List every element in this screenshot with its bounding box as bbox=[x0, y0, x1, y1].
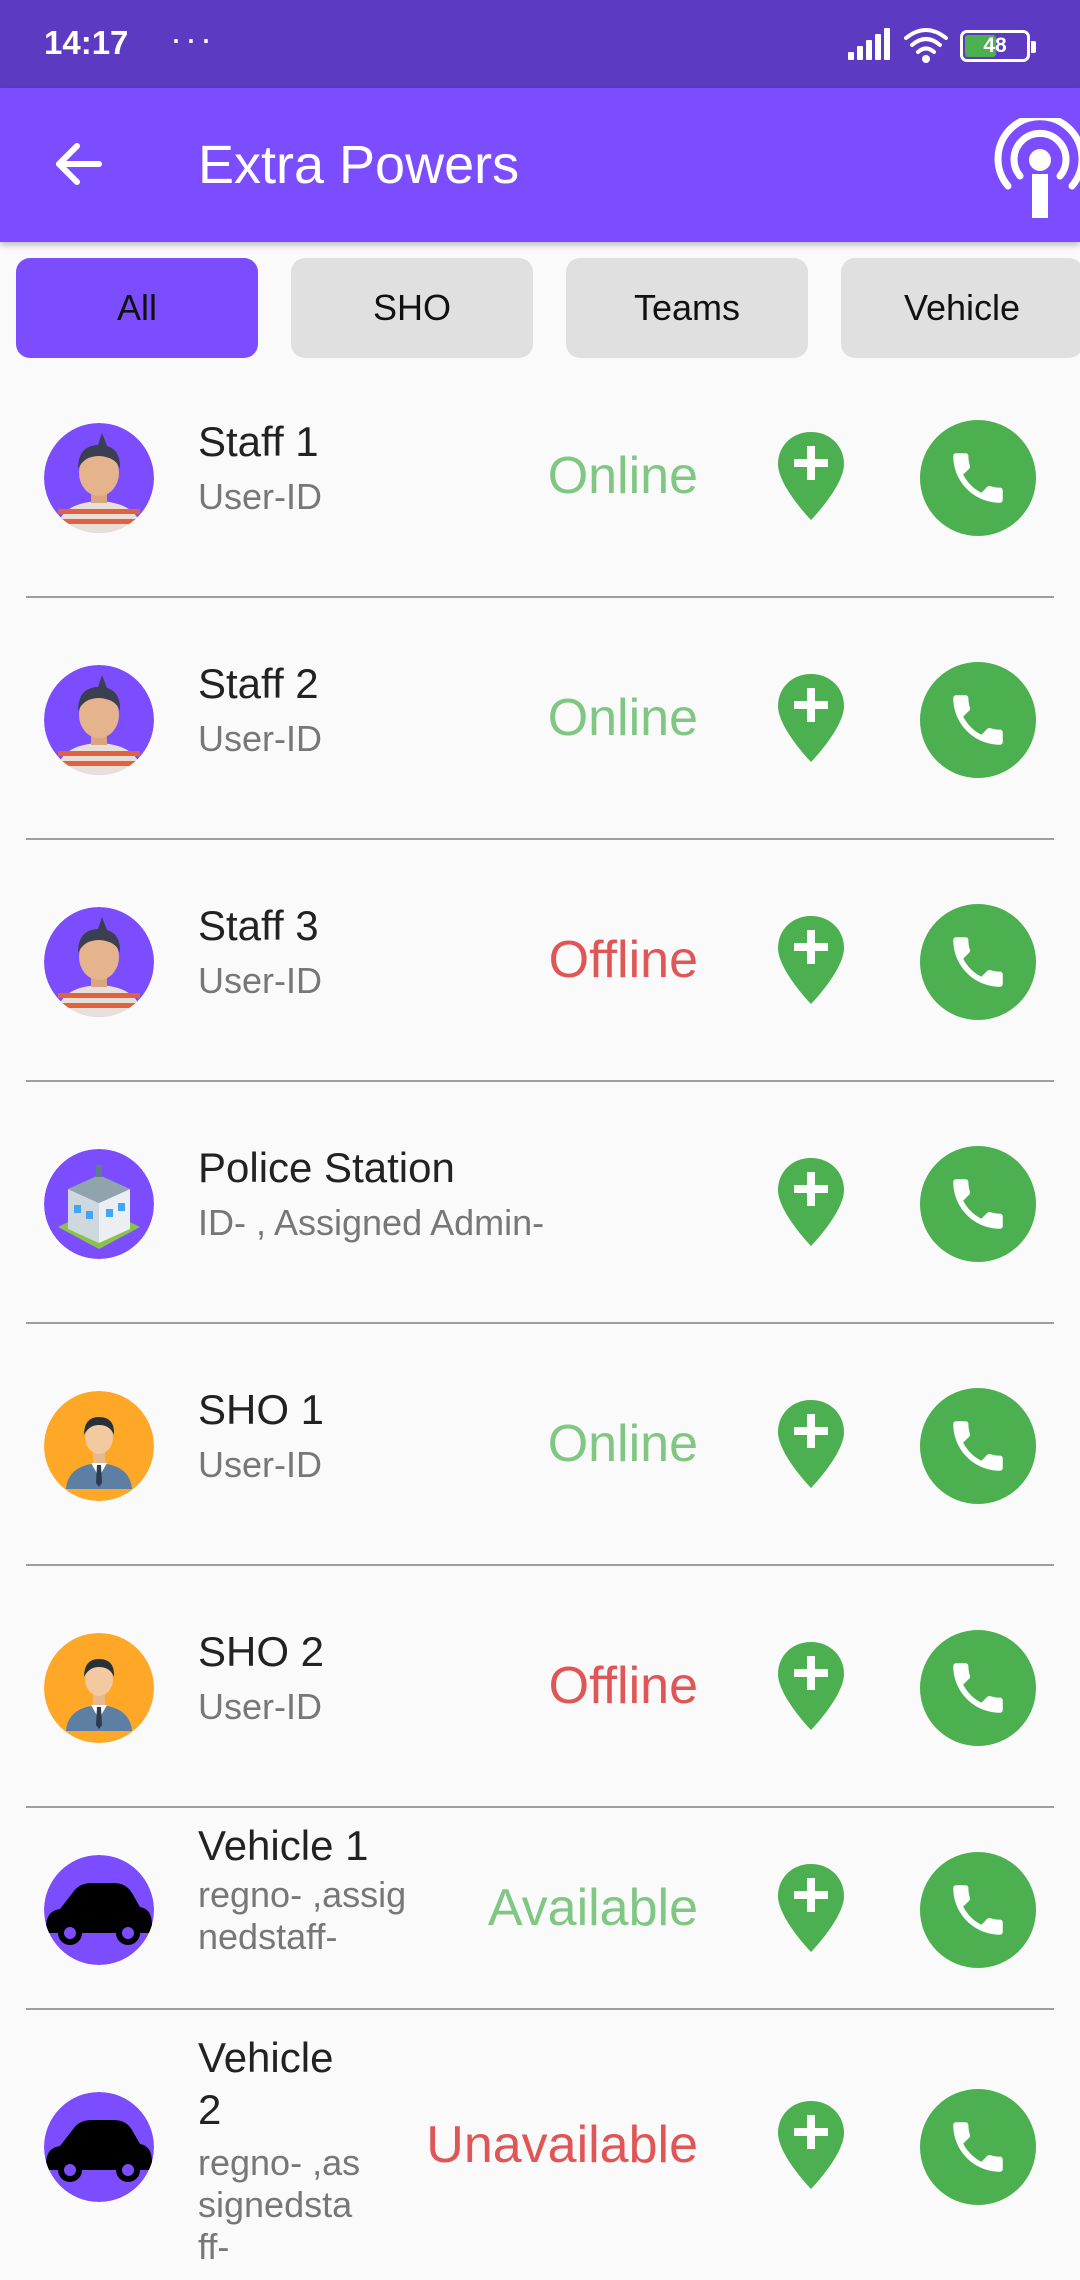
tab-vehicle[interactable]: Vehicle bbox=[841, 258, 1080, 358]
tab-sho[interactable]: SHO bbox=[291, 258, 533, 358]
list-item[interactable]: Vehicle 1 regno- ,assig nedstaff- Availabl… bbox=[0, 1812, 1080, 2008]
item-name: SHO 2 bbox=[198, 1628, 325, 1675]
filter-tabs: All SHO Teams Vehicle bbox=[0, 258, 1080, 360]
status-label: Online bbox=[547, 1415, 698, 1473]
call-button[interactable] bbox=[920, 904, 1036, 1020]
status-time: 14:17 bbox=[44, 24, 129, 61]
status-bar: 14:17 ··· 48 bbox=[0, 0, 1080, 88]
status-label: Online bbox=[547, 447, 698, 505]
call-button[interactable] bbox=[920, 1146, 1036, 1262]
staff-avatar bbox=[44, 423, 154, 533]
list-item[interactable]: Staff 1 User-ID Online bbox=[0, 360, 1080, 596]
call-button[interactable] bbox=[920, 662, 1036, 778]
divider bbox=[26, 1806, 1054, 1808]
tab-all[interactable]: All bbox=[16, 258, 258, 358]
divider bbox=[26, 1564, 1054, 1566]
status-label: Available bbox=[487, 1879, 698, 1937]
item-subtitle: regno- ,assig nedstaff- bbox=[198, 1874, 407, 1957]
add-location-icon[interactable] bbox=[776, 430, 846, 522]
back-button[interactable] bbox=[40, 126, 116, 202]
list-item[interactable]: Vehicle 2 regno- ,as signedsta ff- Unavail… bbox=[0, 2014, 1080, 2280]
notification-dots: ··· bbox=[170, 18, 215, 59]
list-item[interactable]: Police Station ID- , Assigned Admin- bbox=[0, 1086, 1080, 1322]
call-button[interactable] bbox=[920, 1388, 1036, 1504]
divider bbox=[26, 838, 1054, 840]
page-title: Extra Powers bbox=[198, 135, 520, 195]
staff-avatar bbox=[44, 665, 154, 775]
list-item[interactable]: SHO 1 User-ID Online bbox=[0, 1328, 1080, 1564]
call-button[interactable] bbox=[920, 1852, 1036, 1968]
phone-icon bbox=[953, 453, 1003, 503]
item-subtitle: User-ID bbox=[198, 718, 322, 759]
list-item[interactable]: SHO 2 User-ID Offline bbox=[0, 1570, 1080, 1806]
car-avatar bbox=[44, 2092, 154, 2202]
status-label: Offline bbox=[548, 1657, 698, 1715]
staff-avatar bbox=[44, 907, 154, 1017]
car-avatar bbox=[44, 1855, 154, 1965]
tab-teams[interactable]: Teams bbox=[566, 258, 808, 358]
divider bbox=[26, 2008, 1054, 2010]
item-subtitle: User-ID bbox=[198, 960, 322, 1001]
add-location-icon[interactable] bbox=[776, 2099, 846, 2191]
divider bbox=[26, 1322, 1054, 1324]
list-item[interactable]: Staff 3 User-ID Offline bbox=[0, 844, 1080, 1080]
add-location-icon[interactable] bbox=[776, 914, 846, 1006]
add-location-icon[interactable] bbox=[776, 1640, 846, 1732]
officer-avatar bbox=[44, 1633, 154, 1743]
call-button[interactable] bbox=[920, 1630, 1036, 1746]
item-name: Vehicle 1 bbox=[198, 1822, 369, 1869]
item-name: Staff 2 bbox=[198, 660, 319, 707]
call-button[interactable] bbox=[920, 420, 1036, 536]
signal-icon bbox=[848, 28, 890, 60]
battery-level: 48 bbox=[983, 34, 1007, 57]
item-name: Staff 1 bbox=[198, 418, 319, 465]
phone-icon bbox=[953, 1663, 1003, 1713]
battery-icon: 48 bbox=[960, 30, 1036, 62]
phone-icon bbox=[953, 2122, 1003, 2172]
divider bbox=[26, 596, 1054, 598]
item-name: Vehicle 2 bbox=[198, 2034, 334, 2133]
divider bbox=[26, 1080, 1054, 1082]
item-name: Staff 3 bbox=[198, 902, 319, 949]
police-station-avatar bbox=[44, 1149, 154, 1259]
item-subtitle: User-ID bbox=[198, 476, 322, 517]
broadcast-icon[interactable] bbox=[990, 118, 1080, 218]
item-name: Police Station bbox=[198, 1144, 455, 1191]
item-subtitle: User-ID bbox=[198, 1444, 322, 1485]
item-subtitle: ID- , Assigned Admin- bbox=[198, 1202, 545, 1243]
phone-icon bbox=[953, 1885, 1003, 1935]
phone-icon bbox=[953, 1179, 1003, 1229]
item-name: SHO 1 bbox=[198, 1386, 325, 1433]
item-subtitle: User-ID bbox=[198, 1686, 322, 1727]
status-label: Offline bbox=[548, 931, 698, 989]
add-location-icon[interactable] bbox=[776, 1398, 846, 1490]
list-item[interactable]: Staff 2 User-ID Online bbox=[0, 602, 1080, 838]
item-subtitle: regno- ,as signedsta ff- bbox=[198, 2142, 361, 2267]
wifi-icon bbox=[904, 28, 948, 63]
phone-icon bbox=[953, 937, 1003, 987]
status-label: Online bbox=[547, 689, 698, 747]
add-location-icon[interactable] bbox=[776, 1156, 846, 1248]
officer-avatar bbox=[44, 1391, 154, 1501]
phone-icon bbox=[953, 1421, 1003, 1471]
add-location-icon[interactable] bbox=[776, 672, 846, 764]
status-label: Unavailable bbox=[426, 2116, 698, 2174]
phone-icon bbox=[953, 695, 1003, 745]
app-bar: Extra Powers bbox=[0, 88, 1080, 242]
add-location-icon[interactable] bbox=[776, 1862, 846, 1954]
call-button[interactable] bbox=[920, 2089, 1036, 2205]
arrow-left-icon bbox=[56, 143, 102, 185]
